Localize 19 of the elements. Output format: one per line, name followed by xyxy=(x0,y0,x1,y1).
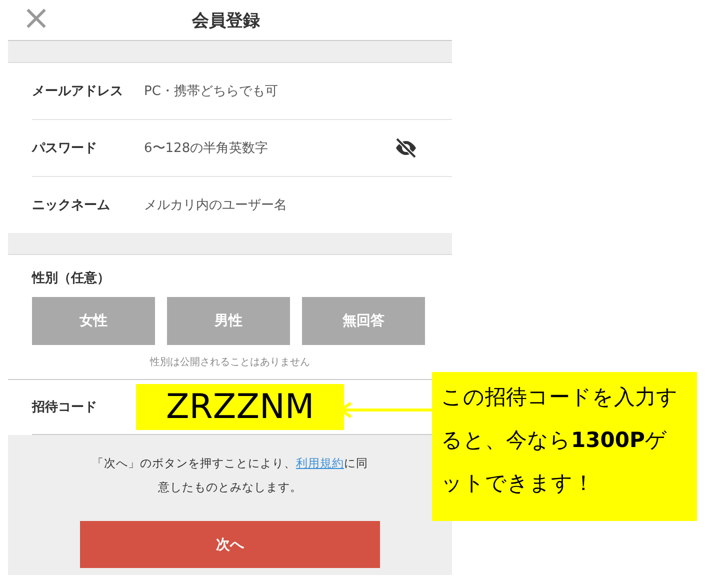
gender-option[interactable]: 女性 xyxy=(32,297,155,345)
field-label: 招待コード xyxy=(32,399,98,416)
field-label: メールアドレス xyxy=(32,83,124,100)
gender-note: 性別は公開されることはありません xyxy=(148,356,311,369)
eye-slash-icon[interactable] xyxy=(394,136,418,160)
terms-text: 「次へ」のボタンを押すことにより、利用規約に同意したものとみなします。 xyxy=(91,455,369,496)
input-field[interactable]: メルカリ内のユーザー名 xyxy=(144,196,452,214)
close-icon[interactable]: × xyxy=(22,0,50,36)
field-label: パスワード xyxy=(32,140,98,157)
invite-code[interactable]: ZRZZNM xyxy=(136,384,344,430)
field-label: ニックネーム xyxy=(32,197,111,214)
gender-option[interactable]: 無回答 xyxy=(302,297,425,345)
gender-option[interactable]: 男性 xyxy=(167,297,290,345)
terms-link[interactable]: 利用規約 xyxy=(296,456,344,470)
input-field[interactable]: PC・携帯どちらでも可 xyxy=(144,82,452,100)
page-title: 会員登録 xyxy=(192,10,260,32)
input-field[interactable]: 6〜128の半角英数字 xyxy=(144,138,394,158)
gender-label: 性別（任意） xyxy=(32,270,111,287)
next-button[interactable]: 次へ xyxy=(80,521,380,568)
